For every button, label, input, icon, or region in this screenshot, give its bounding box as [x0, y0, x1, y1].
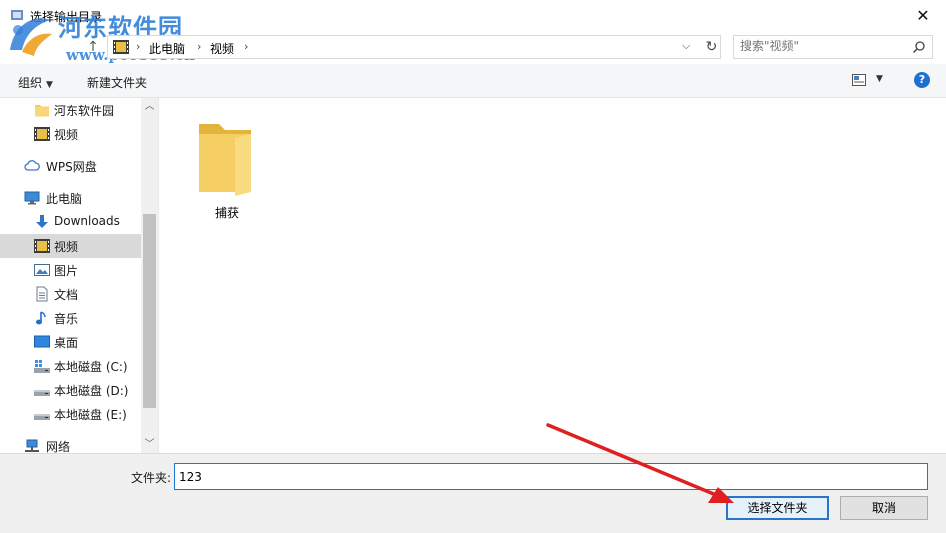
toolbar: 组织 ▼ 新建文件夹 ▼ ?: [0, 64, 946, 98]
drive-icon: [34, 414, 50, 420]
system-drive-icon: [34, 360, 50, 373]
nav-item-videos-quick[interactable]: 视频: [0, 122, 141, 146]
organize-menu[interactable]: 组织 ▼: [18, 74, 53, 91]
network-icon: [25, 439, 39, 452]
breadcrumb-separator-icon[interactable]: ›: [136, 40, 140, 53]
help-icon[interactable]: ?: [914, 72, 930, 88]
search-input[interactable]: [740, 39, 900, 53]
folder-field-label: 文件夹:: [131, 471, 172, 485]
nav-item-this-pc[interactable]: 此电脑: [0, 186, 141, 210]
nav-item-label: 此电脑: [46, 192, 83, 206]
video-icon: [113, 40, 129, 54]
nav-item-label: 网络: [46, 440, 71, 453]
organize-label: 组织: [18, 76, 43, 90]
app-icon: [11, 10, 23, 20]
video-icon: [34, 239, 50, 253]
scroll-up-icon[interactable]: ︿: [141, 98, 158, 115]
folder-name: 捕获: [214, 206, 239, 220]
nav-item-label: 文档: [54, 288, 79, 302]
nav-item-label: 视频: [54, 240, 79, 254]
nav-item-label: WPS网盘: [46, 160, 97, 174]
breadcrumb-separator-icon[interactable]: ›: [197, 40, 201, 53]
nav-item-network[interactable]: 网络: [0, 434, 141, 453]
search-box[interactable]: [733, 35, 933, 59]
nav-item-label: 图片: [54, 264, 79, 278]
download-icon: [36, 215, 48, 228]
close-button[interactable]: ✕: [900, 0, 946, 31]
nav-item-label: 音乐: [54, 312, 79, 326]
breadcrumb-videos[interactable]: 视频: [210, 40, 234, 57]
caret-down-icon[interactable]: ▼: [876, 74, 883, 84]
folder-item-capture[interactable]: 捕获: [187, 108, 267, 220]
navigation-row: ↑ › 此电脑 › 视频 › ⌵ ↻: [0, 32, 946, 62]
nav-item-downloads[interactable]: Downloads: [0, 210, 141, 234]
footer-bar: 文件夹: 选择文件夹 取消: [0, 453, 946, 533]
navigation-pane: 河东软件园 视频 WPS网盘 此电脑 Downloads 视频 图片 文档 音乐…: [0, 98, 141, 453]
nav-item-wps-cloud[interactable]: WPS网盘: [0, 154, 141, 178]
breadcrumb-separator-icon[interactable]: ›: [244, 40, 248, 53]
folder-name-input[interactable]: [174, 463, 928, 490]
caret-down-icon: ▼: [46, 80, 53, 90]
nav-item-pictures[interactable]: 图片: [0, 258, 141, 282]
address-bar[interactable]: › 此电脑 › 视频 › ⌵ ↻: [107, 35, 721, 59]
file-list[interactable]: 捕获: [158, 98, 946, 453]
computer-icon: [24, 191, 40, 205]
nav-item-music[interactable]: 音乐: [0, 306, 141, 330]
folder-icon: [199, 124, 251, 196]
scroll-down-icon[interactable]: ﹀: [141, 436, 158, 453]
desktop-icon: [34, 335, 50, 348]
search-icon: [912, 41, 925, 54]
folder-icon: [35, 105, 49, 117]
nav-item-videos[interactable]: 视频: [0, 234, 141, 258]
view-options-icon[interactable]: [852, 74, 866, 86]
scrollbar-thumb[interactable]: [143, 214, 156, 408]
breadcrumb-this-pc[interactable]: 此电脑: [149, 40, 185, 57]
nav-item-label: 本地磁盘 (D:): [54, 384, 129, 398]
nav-item-hedong[interactable]: 河东软件园: [0, 98, 141, 122]
pictures-icon: [34, 264, 50, 276]
nav-item-label: 本地磁盘 (E:): [54, 408, 127, 422]
video-icon: [34, 127, 50, 141]
documents-icon: [36, 286, 48, 302]
nav-item-label: 河东软件园: [54, 104, 115, 118]
new-folder-button[interactable]: 新建文件夹: [87, 74, 147, 91]
chevron-down-icon[interactable]: ⌵: [682, 39, 690, 53]
nav-item-label: 本地磁盘 (C:): [54, 360, 128, 374]
title-bar: 选择输出目录 ✕: [0, 0, 946, 32]
cloud-icon: [24, 160, 40, 171]
nav-item-drive-d[interactable]: 本地磁盘 (D:): [0, 378, 141, 402]
nav-item-label: 桌面: [54, 336, 79, 350]
up-arrow-icon[interactable]: ↑: [84, 38, 102, 56]
nav-item-label: Downloads: [54, 214, 120, 228]
nav-item-desktop[interactable]: 桌面: [0, 330, 141, 354]
cancel-button[interactable]: 取消: [840, 496, 928, 520]
nav-scrollbar[interactable]: ︿ ﹀: [141, 98, 158, 453]
nav-item-documents[interactable]: 文档: [0, 282, 141, 306]
music-icon: [36, 311, 46, 325]
window-title: 选择输出目录: [30, 10, 103, 24]
select-folder-button[interactable]: 选择文件夹: [726, 496, 829, 520]
nav-item-drive-e[interactable]: 本地磁盘 (E:): [0, 402, 141, 426]
refresh-icon[interactable]: ↻: [702, 37, 720, 57]
drive-icon: [34, 390, 50, 396]
nav-item-label: 视频: [54, 128, 79, 142]
nav-item-drive-c[interactable]: 本地磁盘 (C:): [0, 354, 141, 378]
